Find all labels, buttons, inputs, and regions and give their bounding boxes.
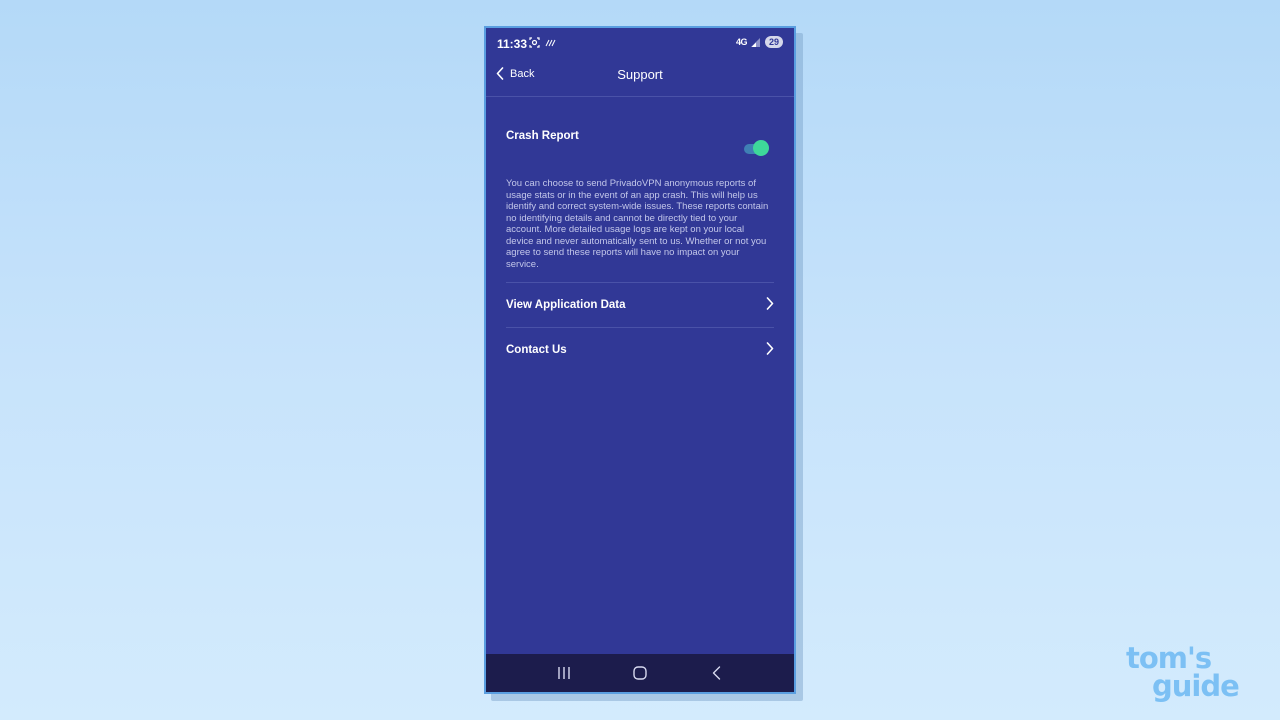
status-bar: 11:33 4G 29 [486,28,794,58]
app-header: Back Support [486,58,794,97]
crash-report-description: You can choose to send PrivadoVPN anonym… [506,178,774,283]
recent-apps-icon [558,667,570,679]
network-type: 4G [735,37,748,47]
home-icon [633,666,647,680]
status-icons-left [529,37,556,48]
nav-back-button[interactable] [701,658,731,688]
chevron-right-icon [766,342,774,355]
phone-screen: 11:33 4G 29 Back Support Crash Report Yo… [484,26,796,694]
status-time: 11:33 [497,37,528,51]
battery-level: 29 [764,36,783,48]
contact-us-row[interactable]: Contact Us [506,328,774,372]
nav-back-icon [712,666,720,680]
crash-report-toggle[interactable] [744,140,770,158]
recent-apps-button[interactable] [549,658,579,688]
system-nav-bar [486,654,794,692]
contact-us-label: Contact Us [506,344,567,356]
status-icons-right: 4G 29 [736,36,783,48]
chevron-right-icon [766,297,774,310]
cellular-signal-icon [750,37,760,47]
view-application-data-row[interactable]: View Application Data [506,283,774,328]
toggle-knob [753,140,769,156]
home-button[interactable] [625,658,655,688]
view-application-data-label: View Application Data [506,299,626,311]
crash-report-row: Crash Report [506,128,774,172]
support-content: Crash Report You can choose to send Priv… [506,128,774,372]
page-title: Support [617,67,663,82]
screenshot-icon [529,37,540,48]
signal-waves-icon [545,39,556,47]
toms-guide-logo: tom's guide [1126,644,1240,703]
logo-line-2: guide [1152,669,1240,703]
crash-report-title: Crash Report [506,130,579,142]
